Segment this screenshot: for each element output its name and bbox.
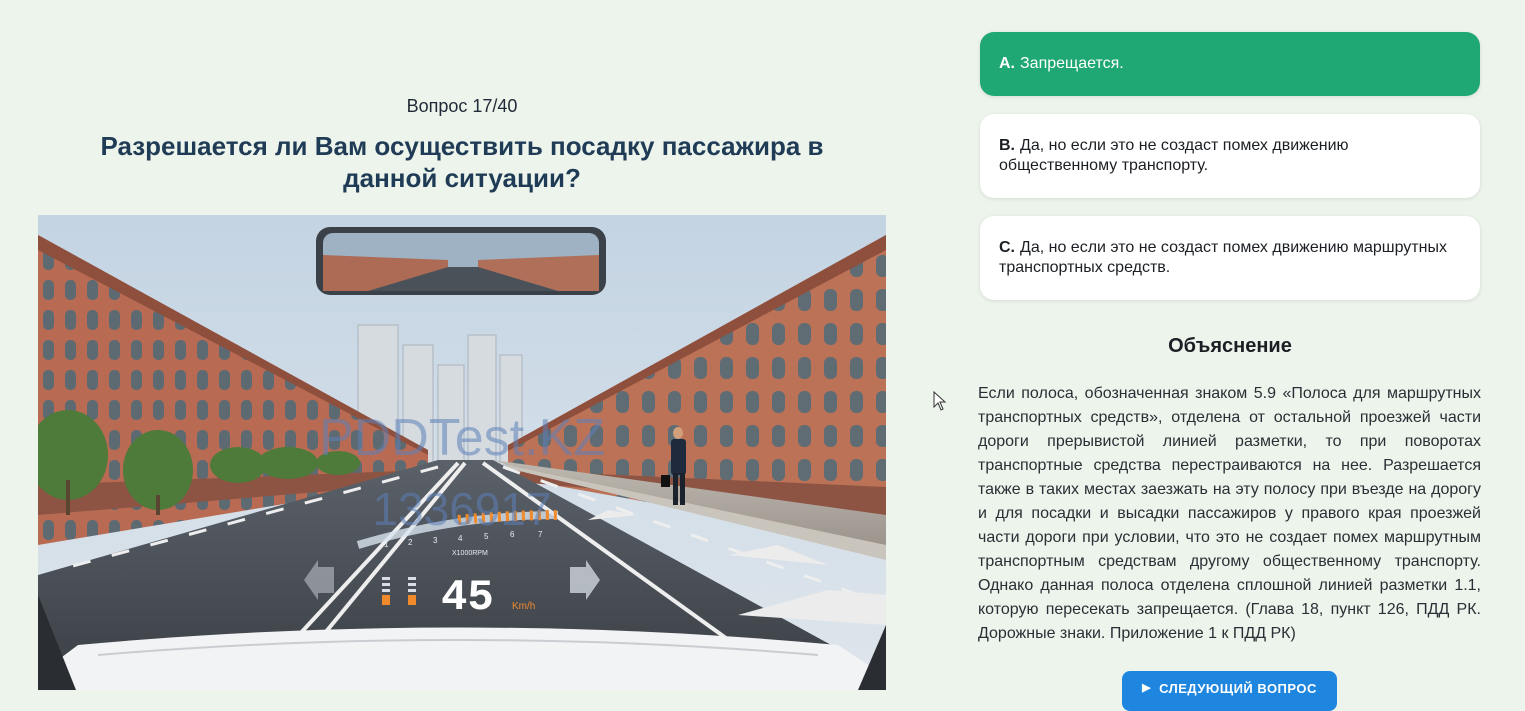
answer-letter: B. [999, 137, 1015, 154]
question-title: Разрешается ли Вам осуществить посадку п… [100, 131, 824, 193]
question-number: Вопрос 17/40 [406, 96, 518, 116]
answer-text: B. Да, но если это не создаст помех движе… [999, 136, 1461, 176]
explanation-text: Если полоса, обозначенная знаком 5.9 «По… [978, 385, 1481, 642]
answer-label: Запрещается. [1020, 55, 1124, 72]
answer-text: A. Запрещается. [999, 54, 1124, 74]
next-question-button[interactable]: ▶ СЛЕДУЮЩИЙ ВОПРОС [1122, 671, 1337, 711]
watermark-id: 1336917 [372, 483, 551, 535]
rpm-label: X1000RPM [452, 550, 488, 557]
play-icon: ▶ [1142, 682, 1152, 694]
speed-readout: 45 [441, 573, 494, 623]
answer-letter: A. [999, 55, 1015, 72]
watermark-brand: PDDTest.KZ [319, 409, 605, 467]
speed-unit: Km/h [512, 601, 535, 612]
answer-option-c[interactable]: C. Да, но если это не создаст помех движе… [980, 216, 1480, 300]
answer-option-a[interactable]: A. Запрещается. [980, 32, 1480, 96]
answer-text: C. Да, но если это не создаст помех движе… [999, 238, 1461, 278]
answer-option-b[interactable]: B. Да, но если это не создаст помех движе… [980, 114, 1480, 198]
rpm-tick: 2 [408, 538, 413, 547]
answer-label: Да, но если это не создаст помех движени… [999, 137, 1349, 174]
next-question-label: СЛЕДУЮЩИЙ ВОПРОС [1159, 681, 1317, 696]
rpm-tick: 4 [458, 534, 463, 543]
rpm-tick: 3 [433, 536, 438, 545]
explanation-heading: Объяснение [1168, 335, 1292, 357]
answer-label: Да, но если это не создаст помех движени… [999, 239, 1447, 276]
answer-letter: C. [999, 239, 1015, 256]
question-image: 1 2 3 4 5 6 7 X1000RPM 45 Km/h PDDTest.K… [38, 215, 886, 690]
answer-list: A. Запрещается. B. Да, но если это не созд… [980, 32, 1480, 300]
rpm-tick: 1 [384, 540, 389, 549]
mouse-cursor-icon [933, 391, 947, 411]
